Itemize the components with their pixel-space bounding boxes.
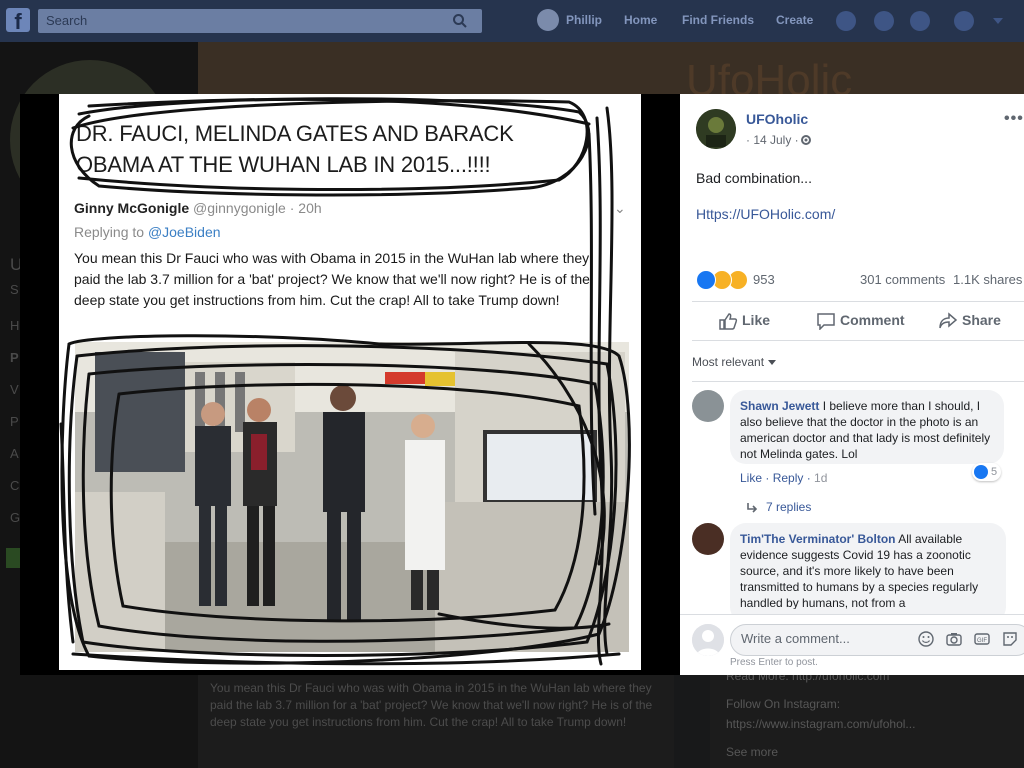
reaction-count[interactable]: 953 bbox=[753, 272, 775, 287]
background-side-line: https://www.instagram.com/ufohol... bbox=[726, 717, 916, 731]
divider bbox=[680, 614, 1024, 615]
comment-author-link[interactable]: Shawn Jewett bbox=[740, 399, 819, 413]
share-button[interactable]: Share bbox=[939, 312, 1001, 329]
facebook-logo-icon[interactable]: f bbox=[6, 8, 30, 34]
view-replies-link[interactable]: 7 replies bbox=[746, 500, 811, 514]
replies-count-label: 7 replies bbox=[766, 500, 812, 514]
emoji-icon[interactable] bbox=[918, 631, 934, 647]
tweet-mention: @JoeBiden bbox=[147, 224, 221, 240]
background-left-letter: A bbox=[10, 446, 19, 461]
chevron-down-icon[interactable] bbox=[992, 16, 1004, 26]
post-date[interactable]: · 14 July · bbox=[746, 133, 799, 147]
tweet-chevron-icon: ⌄ bbox=[614, 200, 626, 216]
like-reaction-icon bbox=[974, 465, 988, 480]
notifications-icon[interactable] bbox=[910, 11, 930, 31]
friend-requests-icon[interactable] bbox=[836, 11, 856, 31]
search-icon[interactable] bbox=[452, 13, 468, 29]
background-left-letter: P bbox=[10, 350, 19, 365]
nav-find-friends-link[interactable]: Find Friends bbox=[682, 13, 754, 27]
background-left-letter: V bbox=[10, 382, 19, 397]
comment-button[interactable]: Comment bbox=[817, 312, 905, 330]
page-name-link[interactable]: UFOholic bbox=[746, 111, 808, 127]
post-link[interactable]: Https://UFOHolic.com/ bbox=[696, 206, 835, 222]
like-reaction-icon bbox=[696, 270, 716, 290]
share-button-label: Share bbox=[962, 312, 1001, 328]
help-icon[interactable] bbox=[954, 11, 974, 31]
background-left-letter: S bbox=[10, 282, 19, 297]
audience-gear-icon[interactable] bbox=[800, 134, 812, 146]
more-options-icon[interactable]: ••• bbox=[1004, 110, 1024, 128]
comment-input[interactable] bbox=[741, 631, 911, 646]
background-left-letter: C bbox=[10, 478, 20, 493]
post-text: Bad combination... bbox=[696, 170, 812, 186]
thumbs-up-icon bbox=[719, 313, 738, 330]
tweet-body: You mean this Dr Fauci who was with Obam… bbox=[74, 250, 590, 308]
comment-button-label: Comment bbox=[840, 312, 905, 328]
comment-like-count[interactable]: 5 bbox=[972, 463, 1002, 481]
top-navigation-content: f Search Phillip Home Find Friends Creat… bbox=[0, 0, 1024, 42]
background-side-line: See more bbox=[726, 745, 779, 759]
page-avatar-image bbox=[696, 109, 736, 149]
tweet-author: Ginny McGonigle bbox=[74, 200, 190, 216]
background-cover-photo bbox=[198, 42, 1024, 97]
press-enter-hint: Press Enter to post. bbox=[730, 657, 818, 668]
commenter-avatar[interactable] bbox=[692, 523, 724, 555]
svg-text:GIF: GIF bbox=[977, 638, 987, 644]
tweet-replying-prefix: Replying to bbox=[74, 224, 148, 240]
comment-like-link[interactable]: Like bbox=[740, 471, 762, 485]
background-left-letter: P bbox=[10, 414, 19, 429]
messenger-icon[interactable] bbox=[874, 11, 894, 31]
default-avatar-icon bbox=[692, 624, 724, 656]
current-user-avatar bbox=[692, 624, 724, 656]
comment-text: Tim'The Verminator' Bolton All available… bbox=[740, 531, 1002, 609]
comment-actions: Like · Reply · 1d bbox=[740, 471, 828, 485]
comment-sort-label: Most relevant bbox=[692, 355, 765, 369]
caret-down-icon bbox=[768, 360, 777, 366]
gif-icon[interactable]: GIF bbox=[974, 631, 990, 647]
divider bbox=[692, 301, 1024, 302]
comment-reply-link[interactable]: Reply bbox=[773, 471, 804, 485]
background-left-letter: H bbox=[10, 318, 20, 333]
lab-scene-illustration bbox=[75, 342, 629, 652]
share-icon bbox=[939, 312, 958, 329]
photo-caption-text: DR. FAUCI, MELINDA GATES AND BARACK OBAM… bbox=[76, 121, 514, 177]
comment-icon bbox=[817, 313, 835, 330]
commenter-avatar[interactable] bbox=[692, 390, 724, 422]
divider bbox=[692, 340, 1024, 341]
reply-arrow-icon bbox=[747, 502, 758, 513]
nav-create-link[interactable]: Create bbox=[776, 13, 813, 27]
background-left-letter: G bbox=[10, 510, 21, 525]
lab-photo bbox=[75, 342, 629, 652]
camera-icon[interactable] bbox=[946, 631, 962, 647]
comments-count-link[interactable]: 301 comments bbox=[860, 272, 945, 287]
comment-text: Shawn Jewett I believe more than I shoul… bbox=[740, 398, 1000, 462]
comment-time[interactable]: 1d bbox=[814, 471, 827, 485]
like-button-label: Like bbox=[742, 312, 771, 328]
tweet-handle: @ginnygonigle · 20h bbox=[193, 200, 322, 216]
background-side-line: Follow On Instagram: bbox=[726, 697, 841, 711]
shares-count-link[interactable]: 1.1K shares bbox=[953, 272, 1022, 287]
tweet-replying-to: Replying to @JoeBiden bbox=[74, 224, 221, 240]
comment-author-link[interactable]: Tim'The Verminator' Bolton bbox=[740, 532, 896, 546]
page-avatar[interactable] bbox=[696, 109, 736, 149]
background-green-button bbox=[6, 548, 20, 568]
nav-home-link[interactable]: Home bbox=[624, 13, 657, 27]
sticker-icon[interactable] bbox=[1002, 631, 1018, 647]
divider bbox=[692, 381, 1024, 382]
comment-like-number: 5 bbox=[991, 466, 998, 478]
search-placeholder: Search bbox=[46, 13, 88, 28]
background-post-text: You mean this Dr Fauci who was with Obam… bbox=[210, 681, 653, 729]
like-button[interactable]: Like bbox=[719, 312, 771, 330]
comment-sort-dropdown[interactable]: Most relevant bbox=[692, 355, 777, 369]
nav-user-name[interactable]: Phillip bbox=[566, 13, 602, 27]
tweet-header: Ginny McGonigle @ginnygonigle · 20h bbox=[74, 200, 322, 216]
search-bar[interactable]: Search bbox=[38, 9, 482, 33]
user-avatar[interactable] bbox=[537, 9, 559, 31]
